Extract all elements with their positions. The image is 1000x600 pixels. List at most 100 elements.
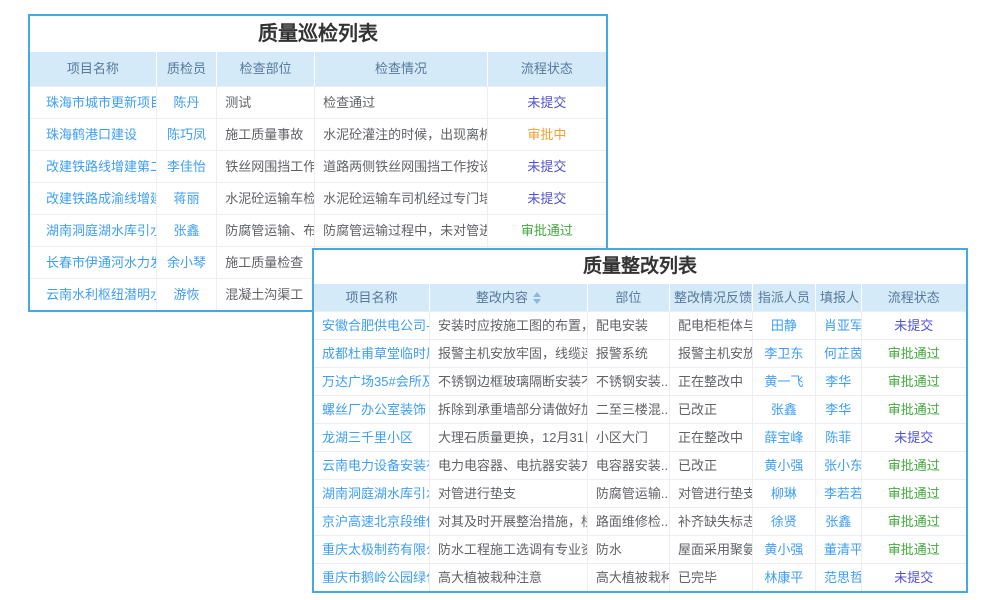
cell-text: 电容器安装... — [588, 452, 670, 479]
cell-text: 检查通过 — [315, 87, 488, 118]
cell-text: 水泥砼运输车检查 — [217, 183, 315, 214]
column-header: 项目名称 — [314, 284, 430, 311]
cell-text: 屋面采用聚氨... — [670, 536, 753, 563]
cell-link[interactable]: 云南水利枢纽潜明水库... — [30, 279, 157, 310]
cell-link[interactable]: 重庆太极制药有限公司亳州中... — [314, 536, 430, 563]
cell-link[interactable]: 董清平 — [816, 536, 862, 563]
status-text: 未提交 — [488, 183, 606, 214]
table-row: 云南电力设备安装有限公司20...电力电容器、电抗器安装方案,...电容器安装.… — [314, 451, 966, 479]
cell-text: 正在整改中 — [670, 368, 753, 395]
column-header-label: 流程状态 — [521, 61, 573, 76]
cell-text: 配电柜柜体与... — [670, 312, 753, 339]
column-header-label: 流程状态 — [888, 290, 940, 305]
cell-link[interactable]: 珠海鹤港口建设 — [30, 119, 157, 150]
table-title: 质量巡检列表 — [30, 16, 606, 52]
cell-text: 测试 — [217, 87, 315, 118]
column-header: 质检员 — [157, 52, 217, 86]
column-header: 填报人 — [816, 284, 862, 311]
column-header: 检查情况 — [315, 52, 488, 86]
cell-link[interactable]: 游恢 — [157, 279, 217, 310]
cell-link[interactable]: 万达广场35#会所及咖啡厅空... — [314, 368, 430, 395]
cell-link[interactable]: 湖南洞庭湖水库引水工程施工1标 — [314, 480, 430, 507]
cell-link[interactable]: 张小东 — [816, 452, 862, 479]
table-body: 安徽合肥供电公司--配电设备...安装时应按施工图的布置，将...配电安装配电柜… — [314, 311, 966, 591]
column-header-label: 填报人 — [820, 290, 859, 305]
status-text: 审批通过 — [488, 215, 606, 246]
column-header: 部位 — [588, 284, 670, 311]
cell-link[interactable]: 黄小强 — [753, 536, 816, 563]
cell-link[interactable]: 陈丹 — [157, 87, 217, 118]
cell-text: 配电安装 — [588, 312, 670, 339]
cell-link[interactable]: 李佳怡 — [157, 151, 217, 182]
cell-text: 高大植被栽种注意 — [430, 564, 588, 591]
cell-text: 对管进行垫支 — [670, 480, 753, 507]
cell-text: 已改正 — [670, 396, 753, 423]
cell-link[interactable]: 重庆市鹅岭公园绿化景观提升... — [314, 564, 430, 591]
status-text: 审批通过 — [862, 396, 966, 423]
cell-link[interactable]: 陈菲 — [816, 424, 862, 451]
table-row: 螺丝厂办公室装饰拆除到承重墙部分请做好加固...二至三楼混...已改正张鑫李华审… — [314, 395, 966, 423]
cell-link[interactable]: 范思哲 — [816, 564, 862, 591]
cell-link[interactable]: 湖南洞庭湖水库引水工... — [30, 215, 157, 246]
cell-text: 铁丝网围挡工作检查 — [217, 151, 315, 182]
table-row: 万达广场35#会所及咖啡厅空...不锈钢边框玻璃隔断安装不牢...不锈钢安装..… — [314, 367, 966, 395]
table-row: 重庆市鹅岭公园绿化景观提升...高大植被栽种注意高大植被栽种已完毕林康平范思哲未… — [314, 563, 966, 591]
column-header: 流程状态 — [862, 284, 966, 311]
cell-link[interactable]: 李华 — [816, 396, 862, 423]
cell-text: 水泥砼运输车司机经过专门培训... — [315, 183, 488, 214]
caret-up-down-icon[interactable] — [533, 292, 541, 304]
cell-link[interactable]: 何芷茵 — [816, 340, 862, 367]
cell-link[interactable]: 改建铁路线增建第二线... — [30, 151, 157, 182]
cell-text: 防腐管运输过程中，未对管进行... — [315, 215, 488, 246]
cell-link[interactable]: 改建铁路成渝线增建第... — [30, 183, 157, 214]
status-text: 未提交 — [488, 87, 606, 118]
cell-link[interactable]: 余小琴 — [157, 247, 217, 278]
cell-link[interactable]: 龙湖三千里小区 — [314, 424, 430, 451]
cell-link[interactable]: 张鑫 — [157, 215, 217, 246]
status-text: 审批通过 — [862, 340, 966, 367]
status-text: 未提交 — [862, 424, 966, 451]
cell-link[interactable]: 李华 — [816, 368, 862, 395]
column-header-label: 整改情况反馈 — [674, 290, 752, 305]
cell-link[interactable]: 田静 — [753, 312, 816, 339]
cell-link[interactable]: 京沪高速北京段维修 — [314, 508, 430, 535]
cell-link[interactable]: 李若若 — [816, 480, 862, 507]
cell-link[interactable]: 螺丝厂办公室装饰 — [314, 396, 430, 423]
cell-link[interactable]: 黄一飞 — [753, 368, 816, 395]
cell-link[interactable]: 李卫东 — [753, 340, 816, 367]
cell-link[interactable]: 徐贤 — [753, 508, 816, 535]
cell-link[interactable]: 安徽合肥供电公司--配电设备... — [314, 312, 430, 339]
cell-link[interactable]: 陈巧凤 — [157, 119, 217, 150]
cell-link[interactable]: 珠海市城市更新项目紫... — [30, 87, 157, 118]
table-header-row: 项目名称整改内容部位整改情况反馈指派人员填报人流程状态 — [314, 284, 966, 311]
cell-text: 混凝土沟渠工 — [217, 279, 315, 310]
cell-link[interactable]: 云南电力设备安装有限公司20... — [314, 452, 430, 479]
column-header-label: 检查情况 — [375, 61, 427, 76]
cell-text: 电力电容器、电抗器安装方案,... — [430, 452, 588, 479]
cell-link[interactable]: 蒋丽 — [157, 183, 217, 214]
cell-text: 已改正 — [670, 452, 753, 479]
column-header-label: 部位 — [615, 290, 641, 305]
cell-text: 正在整改中 — [670, 424, 753, 451]
cell-link[interactable]: 张鑫 — [816, 508, 862, 535]
cell-link[interactable]: 柳琳 — [753, 480, 816, 507]
cell-link[interactable]: 肖亚军 — [816, 312, 862, 339]
cell-link[interactable]: 林康平 — [753, 564, 816, 591]
cell-link[interactable]: 长春市伊通河水力发电... — [30, 247, 157, 278]
cell-text: 已完毕 — [670, 564, 753, 591]
status-text: 审批中 — [488, 119, 606, 150]
cell-link[interactable]: 成都杜甫草堂临时展厅独立展... — [314, 340, 430, 367]
cell-link[interactable]: 张鑫 — [753, 396, 816, 423]
cell-text: 拆除到承重墙部分请做好加固... — [430, 396, 588, 423]
cell-link[interactable]: 黄小强 — [753, 452, 816, 479]
cell-link[interactable]: 薛宝峰 — [753, 424, 816, 451]
status-text: 审批通过 — [862, 536, 966, 563]
cell-text: 防腐管运输、布管 — [217, 215, 315, 246]
table-title: 质量整改列表 — [314, 250, 966, 284]
table-row: 龙湖三千里小区大理石质量更换，12月31日之...小区大门正在整改中薛宝峰陈菲未… — [314, 423, 966, 451]
table-row: 重庆太极制药有限公司亳州中...防水工程施工选调有专业资质...防水屋面采用聚氨… — [314, 535, 966, 563]
table-row: 珠海鹤港口建设陈巧凤施工质量事故水泥砼灌注的时候，出现离析现象审批中 — [30, 118, 606, 150]
cell-text: 小区大门 — [588, 424, 670, 451]
table-row: 京沪高速北京段维修对其及时开展整治措施，桥头...路面维修检...补齐缺失标志.… — [314, 507, 966, 535]
cell-text: 施工质量检查 — [217, 247, 315, 278]
